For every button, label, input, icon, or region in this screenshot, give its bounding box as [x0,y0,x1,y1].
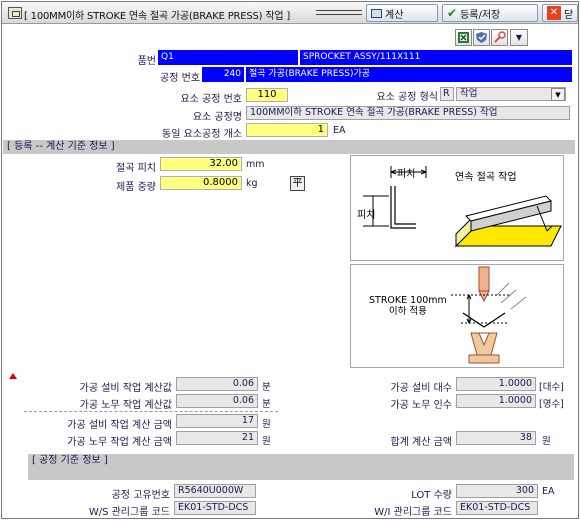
diagram-pitch-top: 피치 [397,169,416,180]
calculator-icon [371,8,382,18]
labor-amt-field: 21 [176,431,258,445]
elem-type-code-field[interactable]: R [440,87,454,101]
labor-count-label: 가공 노무 인수 [390,400,452,411]
elem-name-label: 요소 공정명 [192,112,242,123]
tool-button[interactable] [491,29,508,46]
weight-lookup-icon[interactable]: 平 [290,176,305,191]
lot-label: LOT 수량 [411,490,452,501]
save-button-label: 등록/저장 [460,9,501,21]
ws-group-label: W/S 관리그룹 코드 [88,507,170,518]
elem-type-select[interactable]: 작업 [456,87,566,101]
same-count-label: 동일 요소공정 개소 [162,129,242,140]
labor-time-field: 0.06 [176,394,258,408]
save-button[interactable]: ✔ 등록/저장 [442,4,538,22]
total-field: 38 [456,431,536,445]
toolbar-dropdown[interactable]: ▼ [510,29,528,46]
part-name-field[interactable]: SPROCKET ASSY/111X111 [300,50,572,65]
title-bar: [ 100MM이하 STROKE 연속 절곡 가공(BRAKE PRESS) 작… [2,2,578,24]
uid-label: 공정 고유번호 [111,490,170,501]
total-label: 합계 계산 금액 [390,437,452,448]
process-name-field[interactable]: 절곡 가공(BRAKE PRESS)가공 [246,67,572,82]
pitch-label: 절곡 피치 [116,163,156,174]
stroke-caption-line1: STROKE 100mm [369,295,447,306]
elem-name-field[interactable]: 100MM이하 STROKE 연속 절곡 가공(BRAKE PRESS) 작업 [246,106,570,120]
elem-type-label: 요소 공정 형식 [376,92,438,103]
close-icon: ✕ [547,6,561,20]
lot-unit: EA [542,486,555,497]
equip-amt-unit: 원 [262,419,271,430]
collapse-marker-icon[interactable] [8,372,18,380]
process-no-field[interactable]: 240 [202,67,244,82]
stroke-diagram-panel: STROKE 100mm 이하 적용 [350,264,564,368]
calc-section-header: [ 등록 -- 계산 기준 정보 ] [3,140,575,154]
total-unit: 원 [542,436,551,447]
close-button[interactable]: ✕ 닫 [542,4,578,22]
labor-count-unit: [명수] [539,399,564,410]
stroke-caption: STROKE 100mm 이하 적용 [369,295,447,317]
lot-field: 300 [456,484,538,498]
labor-amt-label: 가공 노무 작업 계산 금액 [67,437,172,448]
labor-time-unit: 분 [262,399,271,410]
labor-count-field: 1.0000 [456,394,536,408]
title-decoration [316,10,362,15]
equip-amt-label: 가공 설비 작업 계산 금액 [67,420,172,431]
equip-count-field: 1.0000 [456,377,536,391]
labor-time-label: 가공 노무 작업 계산값 [79,400,172,411]
stroke-caption-line2: 이하 적용 [388,306,427,317]
weight-unit: kg [246,178,258,189]
excel-icon [458,32,469,43]
calc-button-label: 계산 [385,9,404,21]
part-no-label: 품번 [137,56,156,67]
equip-time-unit: 분 [262,382,271,393]
calc-button[interactable]: 계산 [366,4,438,22]
window-title: [ 100MM이하 STROKE 연속 절곡 가공(BRAKE PRESS) 작… [24,11,291,22]
part-no-field[interactable]: Q1 [158,50,298,65]
process-section-title: [ 공정 기준 정보 ] [32,455,108,466]
pitch-unit: mm [246,159,265,170]
elem-no-label: 요소 공정 번호 [180,94,242,105]
wi-group-field: EK01-STD-DCS [456,501,538,515]
process-no-label: 공정 번호 [160,73,200,84]
elem-no-field[interactable]: 110 [246,88,288,102]
equip-count-label: 가공 설비 대수 [390,383,452,394]
pitch-field[interactable]: 32.00 [160,157,242,171]
ws-group-field: EK01-STD-DCS [174,501,256,515]
results-divider [24,411,278,412]
process-section-header: [ 공정 기준 정보 ] [28,454,574,480]
equip-time-field: 0.06 [176,377,258,391]
labor-amt-unit: 원 [262,436,271,447]
weight-label: 제품 중량 [116,182,156,193]
weight-field[interactable]: 0.8000 [160,176,242,190]
uid-field: R5640U000W [174,484,256,498]
elem-type-value: 작업 [460,88,478,99]
window-icon [8,7,22,19]
excel-button[interactable] [455,29,472,46]
bending-diagram-panel: 피치 피치 연속 절곡 작업 [350,155,564,261]
wrench-icon [494,31,506,43]
shield-icon [476,32,487,43]
equip-time-label: 가공 설비 작업 계산값 [79,383,172,394]
shield-button[interactable] [473,29,490,46]
same-count-unit: EA [333,125,346,136]
chevron-down-icon: ▼ [515,33,523,42]
equip-count-unit: [대수] [539,382,564,393]
equip-amt-field: 17 [176,414,258,428]
diagram-title: 연속 절곡 작업 [455,172,517,183]
diagram-pitch-side: 피치 [357,210,376,221]
wi-group-label: W/I 관리그룹 코드 [374,507,452,518]
same-count-field[interactable]: 1 [246,123,328,137]
chevron-down-icon[interactable]: ▼ [551,88,565,101]
close-button-label: 닫 [564,9,574,21]
check-icon: ✔ [447,6,458,20]
